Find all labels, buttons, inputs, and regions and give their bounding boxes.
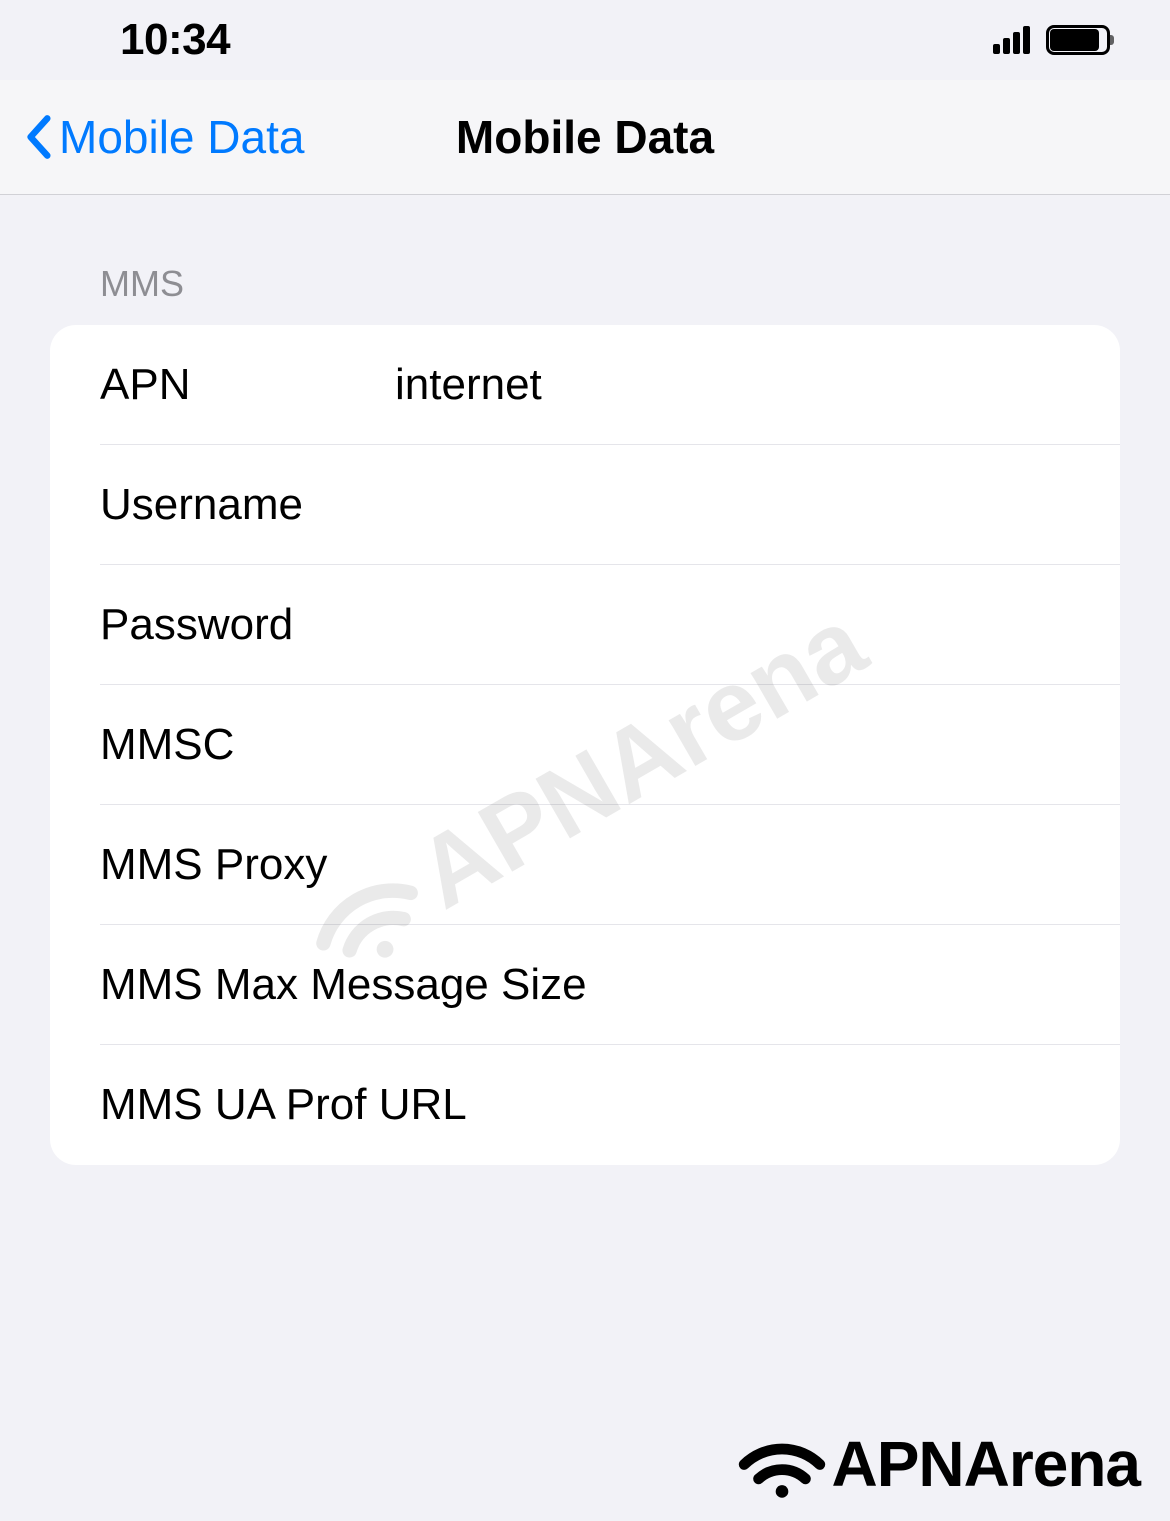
battery-icon — [1046, 25, 1110, 55]
row-mms-ua-prof[interactable]: MMS UA Prof URL — [50, 1045, 1120, 1165]
status-bar: 10:34 — [0, 0, 1170, 80]
back-label: Mobile Data — [59, 110, 304, 164]
row-mmsc[interactable]: MMSC — [50, 685, 1120, 805]
label-mms-max-size: MMS Max Message Size — [100, 960, 587, 1010]
status-indicators — [993, 25, 1110, 55]
back-button[interactable]: Mobile Data — [25, 110, 304, 164]
label-mms-ua-prof: MMS UA Prof URL — [100, 1080, 467, 1130]
content-area: MMS APN Username Password MMSC MMS Proxy… — [0, 195, 1170, 1165]
input-username[interactable] — [395, 480, 1120, 530]
footer-brand-text: APNArena — [831, 1427, 1140, 1501]
label-mmsc: MMSC — [100, 720, 395, 770]
page-title: Mobile Data — [456, 110, 714, 164]
navigation-bar: Mobile Data Mobile Data — [0, 80, 1170, 195]
status-time: 10:34 — [120, 15, 230, 65]
chevron-left-icon — [25, 114, 51, 160]
row-apn[interactable]: APN — [50, 325, 1120, 445]
wifi-icon — [737, 1429, 827, 1499]
row-mms-proxy[interactable]: MMS Proxy — [50, 805, 1120, 925]
label-password: Password — [100, 600, 395, 650]
label-mms-proxy: MMS Proxy — [100, 840, 395, 890]
signal-icon — [993, 26, 1030, 54]
row-mms-max-size[interactable]: MMS Max Message Size — [50, 925, 1120, 1045]
input-apn[interactable] — [395, 360, 1120, 410]
row-password[interactable]: Password — [50, 565, 1120, 685]
input-mms-proxy[interactable] — [395, 840, 1120, 890]
input-mmsc[interactable] — [395, 720, 1120, 770]
settings-group-mms: APN Username Password MMSC MMS Proxy MMS… — [50, 325, 1120, 1165]
row-username[interactable]: Username — [50, 445, 1120, 565]
section-header-mms: MMS — [50, 195, 1120, 325]
label-username: Username — [100, 480, 395, 530]
footer-brand: APNArena — [737, 1427, 1140, 1501]
label-apn: APN — [100, 360, 395, 410]
input-password[interactable] — [395, 600, 1120, 650]
